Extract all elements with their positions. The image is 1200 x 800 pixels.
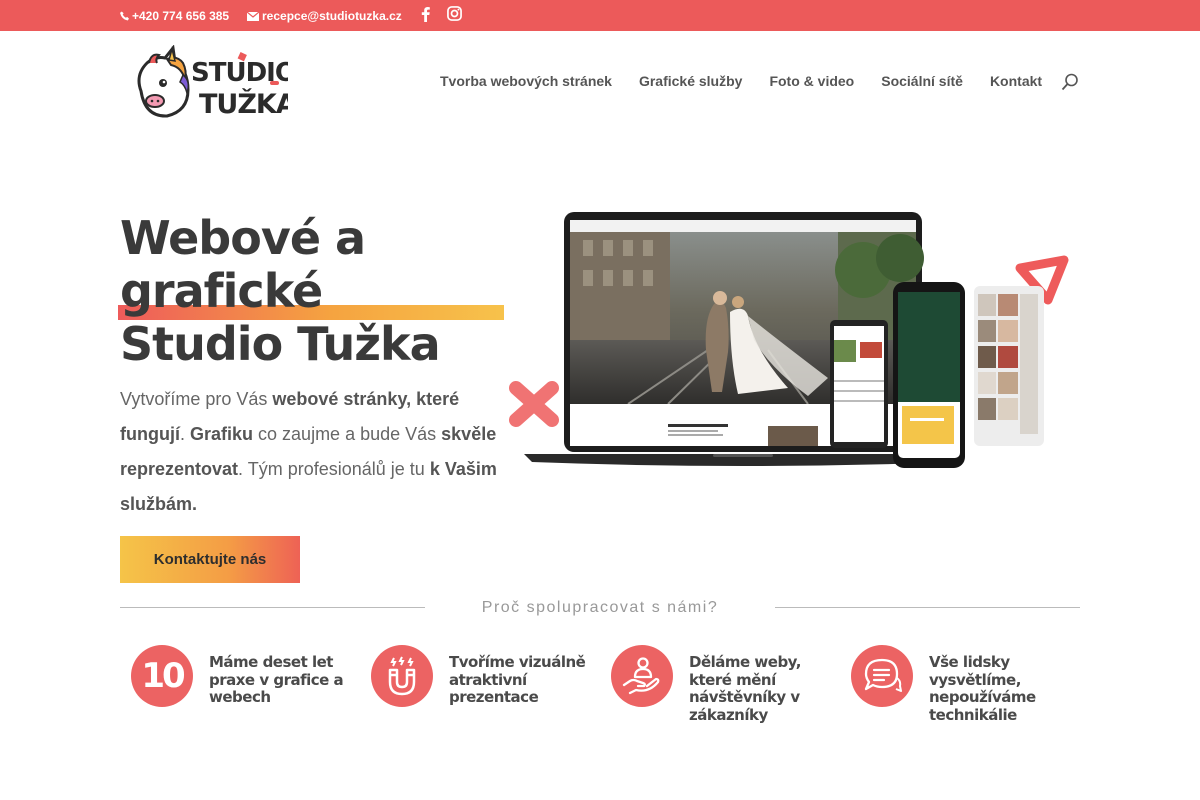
feature-experience: 10 Máme deset let praxe v grafice a webe… xyxy=(121,645,351,735)
nav-item-social[interactable]: Sociální sítě xyxy=(881,73,963,89)
site-logo[interactable]: STUDIO TUŽKA xyxy=(133,44,298,121)
site-header: STUDIO TUŽKA Tvorba webových stránek Gra… xyxy=(0,31,1200,132)
facebook-icon xyxy=(421,7,430,22)
section-divider-left xyxy=(120,607,425,608)
section-title: Proč spolupracovat s námi? xyxy=(481,599,719,616)
magnet-icon xyxy=(371,645,433,707)
search-icon xyxy=(1061,73,1078,91)
phone-contact[interactable]: +420 774 656 385 xyxy=(120,9,229,23)
mail-icon xyxy=(247,11,259,21)
section-divider-right xyxy=(775,607,1080,608)
feature-text: Vše lidsky vysvětlíme, nepoužíváme techn… xyxy=(929,653,1036,724)
main-nav: Tvorba webových stránek Grafické služby … xyxy=(440,73,1042,89)
hero-title-line1: Webové a xyxy=(120,211,366,265)
hero-title: Webové a grafické Studio Tužka xyxy=(120,212,520,371)
unicorn-logo-icon: STUDIO TUŽKA xyxy=(137,44,298,120)
feature-conversion: Děláme weby, které mění návštěvníky v zá… xyxy=(601,645,831,735)
contact-us-button[interactable]: Kontaktujte nás xyxy=(120,536,300,583)
feature-text: Tvoříme vizuálně atraktivní prezentace xyxy=(449,653,586,706)
nav-item-photo-video[interactable]: Foto & video xyxy=(769,73,854,89)
instagram-link[interactable] xyxy=(447,6,462,21)
top-bar: +420 774 656 385 recepce@studiotuzka.cz xyxy=(0,0,1200,31)
device-mockup-image xyxy=(508,200,1078,485)
hero-description: Vytvoříme pro Vás webové stránky, které … xyxy=(120,389,497,514)
feature-explain: Vše lidsky vysvětlíme, nepoužíváme techn… xyxy=(841,645,1071,735)
feature-visual: Tvoříme vizuálně atraktivní prezentace xyxy=(361,645,591,735)
phone-icon xyxy=(120,11,129,21)
hand-person-icon xyxy=(611,645,673,707)
hero-title-line2: grafické xyxy=(120,264,323,318)
search-button[interactable] xyxy=(1061,73,1079,91)
nav-item-contact[interactable]: Kontakt xyxy=(990,73,1042,89)
feature-text: Máme deset let praxe v grafice a webech xyxy=(209,653,344,706)
instagram-icon xyxy=(447,6,462,21)
email-contact[interactable]: recepce@studiotuzka.cz xyxy=(247,9,402,23)
chat-bubbles-icon xyxy=(851,645,913,707)
nav-item-graphics[interactable]: Grafické služby xyxy=(639,73,743,89)
feature-text: Děláme weby, které mění návštěvníky v zá… xyxy=(689,653,802,724)
email-address[interactable]: recepce@studiotuzka.cz xyxy=(262,9,402,23)
nav-item-web[interactable]: Tvorba webových stránek xyxy=(440,73,612,89)
logo-text-tuzka: TUŽKA xyxy=(199,88,288,120)
facebook-link[interactable] xyxy=(421,6,430,22)
number-ten-icon: 10 xyxy=(131,645,193,707)
hero-title-line3: Studio Tužka xyxy=(120,317,441,371)
phone-number[interactable]: +420 774 656 385 xyxy=(132,9,229,23)
